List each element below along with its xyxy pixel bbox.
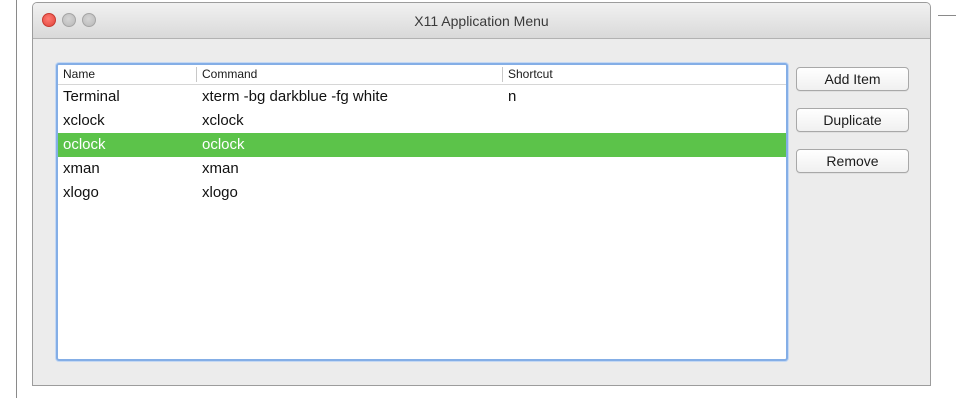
- x11-application-menu-window: X11 Application Menu Name Command Shortc…: [32, 2, 931, 386]
- table-header: Name Command Shortcut: [58, 65, 786, 85]
- cell-name: xman: [63, 160, 100, 177]
- titlebar[interactable]: X11 Application Menu: [33, 3, 930, 39]
- column-header-shortcut[interactable]: Shortcut: [502, 67, 786, 82]
- cell-name: oclock: [63, 136, 106, 153]
- table-row[interactable]: Terminal xterm -bg darkblue -fg white n: [58, 85, 786, 109]
- cell-command: oclock: [202, 136, 245, 153]
- remove-button[interactable]: Remove: [796, 149, 909, 173]
- cell-name: xclock: [63, 112, 105, 129]
- table-row[interactable]: xclock xclock: [58, 109, 786, 133]
- window-title: X11 Application Menu: [414, 13, 549, 29]
- cell-command: xterm -bg darkblue -fg white: [202, 88, 388, 105]
- application-menu-table[interactable]: Name Command Shortcut Terminal xterm -bg…: [56, 63, 788, 361]
- duplicate-button[interactable]: Duplicate: [796, 108, 909, 132]
- cell-shortcut: n: [508, 88, 517, 105]
- table-body: Terminal xterm -bg darkblue -fg white n …: [58, 85, 786, 205]
- page-guide-left: [16, 0, 17, 398]
- cell-command: xlogo: [202, 184, 238, 201]
- cell-name: Terminal: [63, 88, 120, 105]
- table-row[interactable]: xlogo xlogo: [58, 181, 786, 205]
- cell-command: xman: [202, 160, 239, 177]
- table-row-selected[interactable]: oclock oclock: [58, 133, 786, 157]
- column-header-name[interactable]: Name: [58, 67, 196, 82]
- cell-name: xlogo: [63, 184, 99, 201]
- add-item-button[interactable]: Add Item: [796, 67, 909, 91]
- column-header-command[interactable]: Command: [196, 67, 502, 82]
- cell-command: xclock: [202, 112, 244, 129]
- table-row[interactable]: xman xman: [58, 157, 786, 181]
- page-guide-top: [938, 15, 956, 16]
